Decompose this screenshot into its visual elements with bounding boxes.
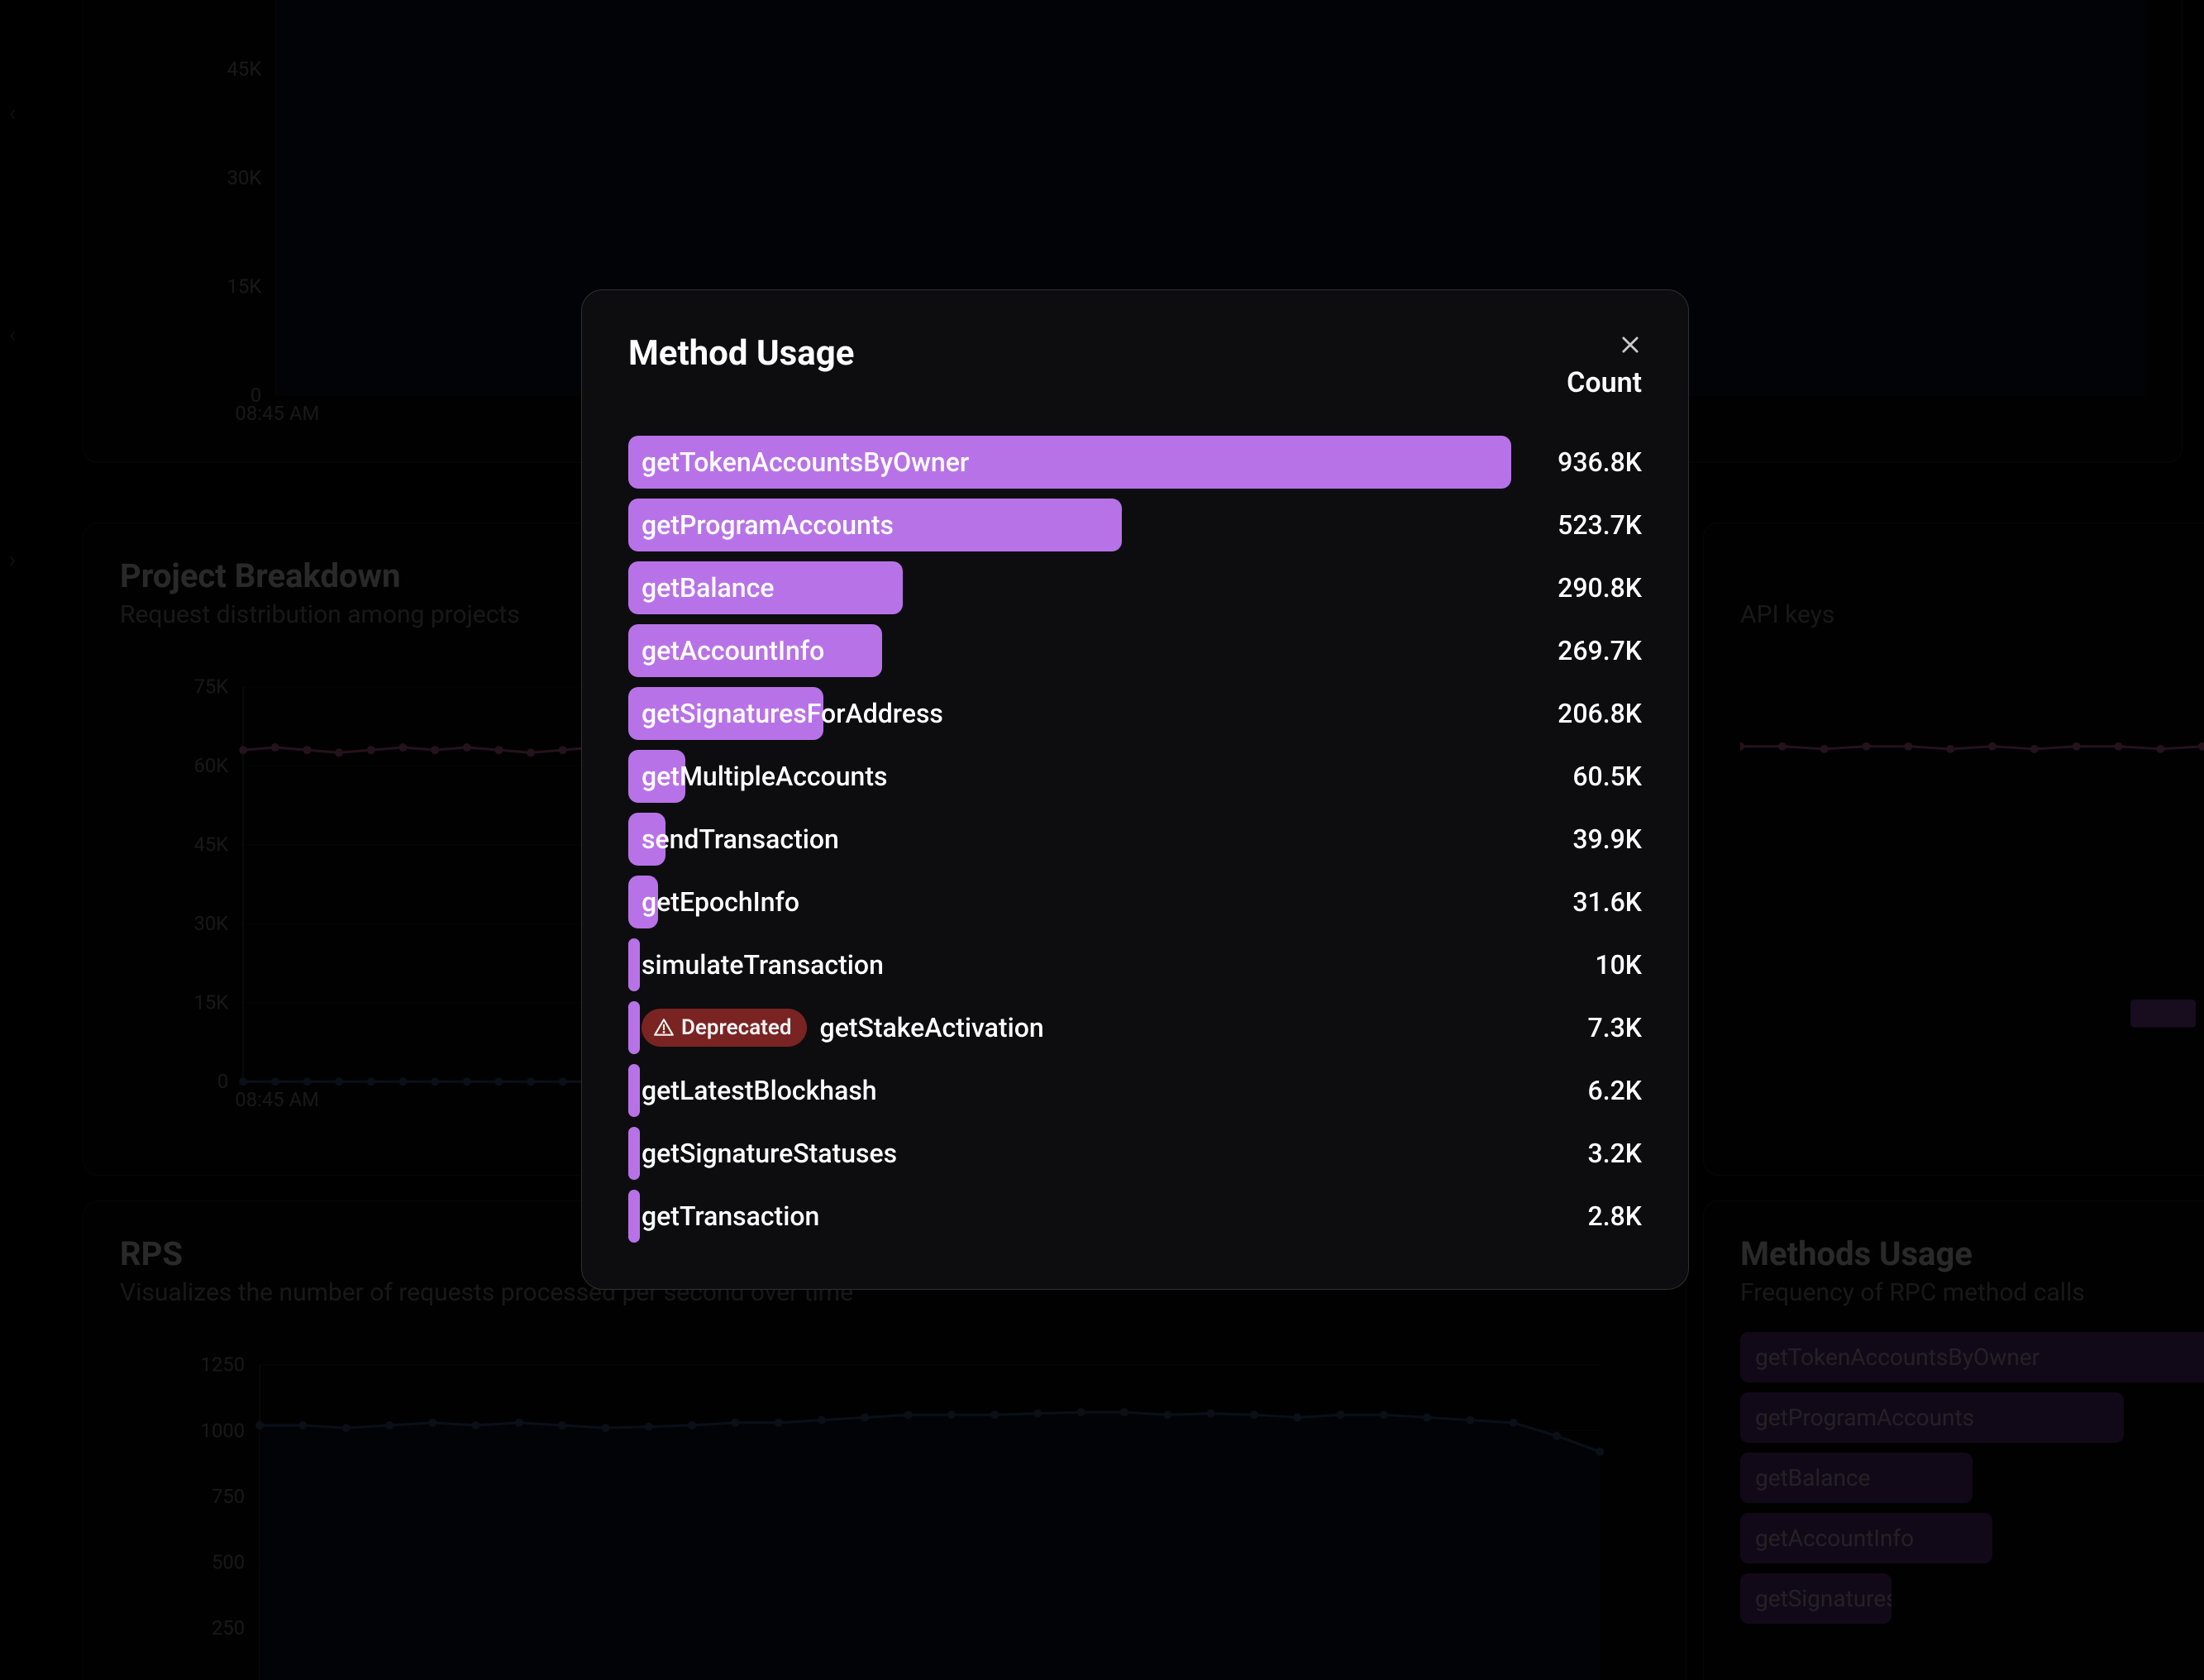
method-bar-label-wrap: getProgramAccounts (642, 499, 894, 551)
method-count: 3.2K (1511, 1138, 1642, 1169)
method-usage-modal: Method Usage Count getTokenAccountsByOwn… (581, 289, 1689, 1290)
method-usage-row: getSignatureStatuses 3.2K (628, 1127, 1642, 1180)
method-usage-row: simulateTransaction 10K (628, 938, 1642, 991)
method-bar-label-wrap: getSignatureStatuses (642, 1127, 897, 1180)
method-usage-row: getTokenAccountsByOwner 936.8K (628, 436, 1642, 489)
method-count: 31.6K (1511, 886, 1642, 918)
method-count: 10K (1511, 949, 1642, 981)
method-count: 2.8K (1511, 1200, 1642, 1232)
method-bar-label-wrap: getBalance (642, 561, 774, 614)
method-name: getSignaturesForAddress (642, 698, 943, 729)
method-name: getTransaction (642, 1200, 819, 1232)
warning-icon (653, 1017, 675, 1038)
method-bar-label-wrap: getEpochInfo (642, 876, 799, 928)
method-bar-track: Deprecated getStakeActivation (628, 1001, 1511, 1054)
method-count: 290.8K (1511, 572, 1642, 604)
method-name: getStakeActivation (820, 1012, 1044, 1043)
count-column-label: Count (1567, 366, 1642, 399)
method-usage-row: getMultipleAccounts 60.5K (628, 750, 1642, 803)
method-bar-label-wrap: getLatestBlockhash (642, 1064, 877, 1117)
method-usage-row: getEpochInfo 31.6K (628, 876, 1642, 928)
method-usage-row: getProgramAccounts 523.7K (628, 499, 1642, 551)
method-count: 60.5K (1511, 761, 1642, 792)
method-bar-label-wrap: getTransaction (642, 1190, 819, 1243)
method-bar-fill (628, 1064, 640, 1117)
method-bar-track: getMultipleAccounts (628, 750, 1511, 803)
method-bar-fill (628, 938, 640, 991)
method-usage-row: getTransaction 2.8K (628, 1190, 1642, 1243)
method-name: getLatestBlockhash (642, 1075, 877, 1106)
method-bar-track: getProgramAccounts (628, 499, 1511, 551)
method-bar-track: getSignaturesForAddress (628, 687, 1511, 740)
method-bar-track: getTransaction (628, 1190, 1511, 1243)
method-name: getSignatureStatuses (642, 1138, 897, 1169)
method-bar-track: simulateTransaction (628, 938, 1511, 991)
method-count: 39.9K (1511, 823, 1642, 855)
method-bar-track: getAccountInfo (628, 624, 1511, 677)
modal-title: Method Usage (628, 333, 854, 374)
method-usage-row: sendTransaction 39.9K (628, 813, 1642, 866)
method-bar-label-wrap: simulateTransaction (642, 938, 884, 991)
method-usage-row: getLatestBlockhash 6.2K (628, 1064, 1642, 1117)
close-icon (1619, 333, 1642, 356)
method-bar-track: getEpochInfo (628, 876, 1511, 928)
method-bar-label-wrap: getMultipleAccounts (642, 750, 887, 803)
method-count: 6.2K (1511, 1075, 1642, 1106)
method-name: getMultipleAccounts (642, 761, 887, 792)
deprecated-label: Deprecated (681, 1015, 792, 1040)
method-count: 7.3K (1511, 1012, 1642, 1043)
method-count: 936.8K (1511, 446, 1642, 478)
method-bar-fill (628, 1127, 640, 1180)
method-count: 206.8K (1511, 698, 1642, 729)
method-name: getBalance (642, 572, 774, 604)
method-bar-fill (628, 1190, 640, 1243)
method-name: getTokenAccountsByOwner (642, 446, 969, 478)
method-bar-label-wrap: getSignaturesForAddress (642, 687, 943, 740)
method-bar-label-wrap: Deprecated getStakeActivation (642, 1001, 1044, 1054)
method-count: 523.7K (1511, 509, 1642, 541)
method-name: simulateTransaction (642, 949, 884, 981)
method-count: 269.7K (1511, 635, 1642, 666)
method-usage-rows: getTokenAccountsByOwner 936.8K getProgramA… (628, 436, 1642, 1243)
method-bar-track: getLatestBlockhash (628, 1064, 1511, 1117)
method-usage-row: getBalance 290.8K (628, 561, 1642, 614)
method-usage-row: getSignaturesForAddress 206.8K (628, 687, 1642, 740)
method-bar-track: sendTransaction (628, 813, 1511, 866)
method-bar-track: getSignatureStatuses (628, 1127, 1511, 1180)
method-name: sendTransaction (642, 823, 839, 855)
method-bar-fill (628, 1001, 640, 1054)
method-name: getAccountInfo (642, 635, 824, 666)
method-name: getEpochInfo (642, 886, 799, 918)
deprecated-pill: Deprecated (642, 1009, 807, 1047)
method-bar-label-wrap: getAccountInfo (642, 624, 824, 677)
modal-header: Method Usage Count (628, 333, 1642, 399)
method-usage-row: Deprecated getStakeActivation 7.3K (628, 1001, 1642, 1054)
method-bar-label-wrap: getTokenAccountsByOwner (642, 436, 969, 489)
method-bar-track: getBalance (628, 561, 1511, 614)
method-bar-label-wrap: sendTransaction (642, 813, 839, 866)
method-bar-track: getTokenAccountsByOwner (628, 436, 1511, 489)
method-usage-row: getAccountInfo 269.7K (628, 624, 1642, 677)
close-button[interactable] (1619, 333, 1642, 356)
method-name: getProgramAccounts (642, 509, 894, 541)
